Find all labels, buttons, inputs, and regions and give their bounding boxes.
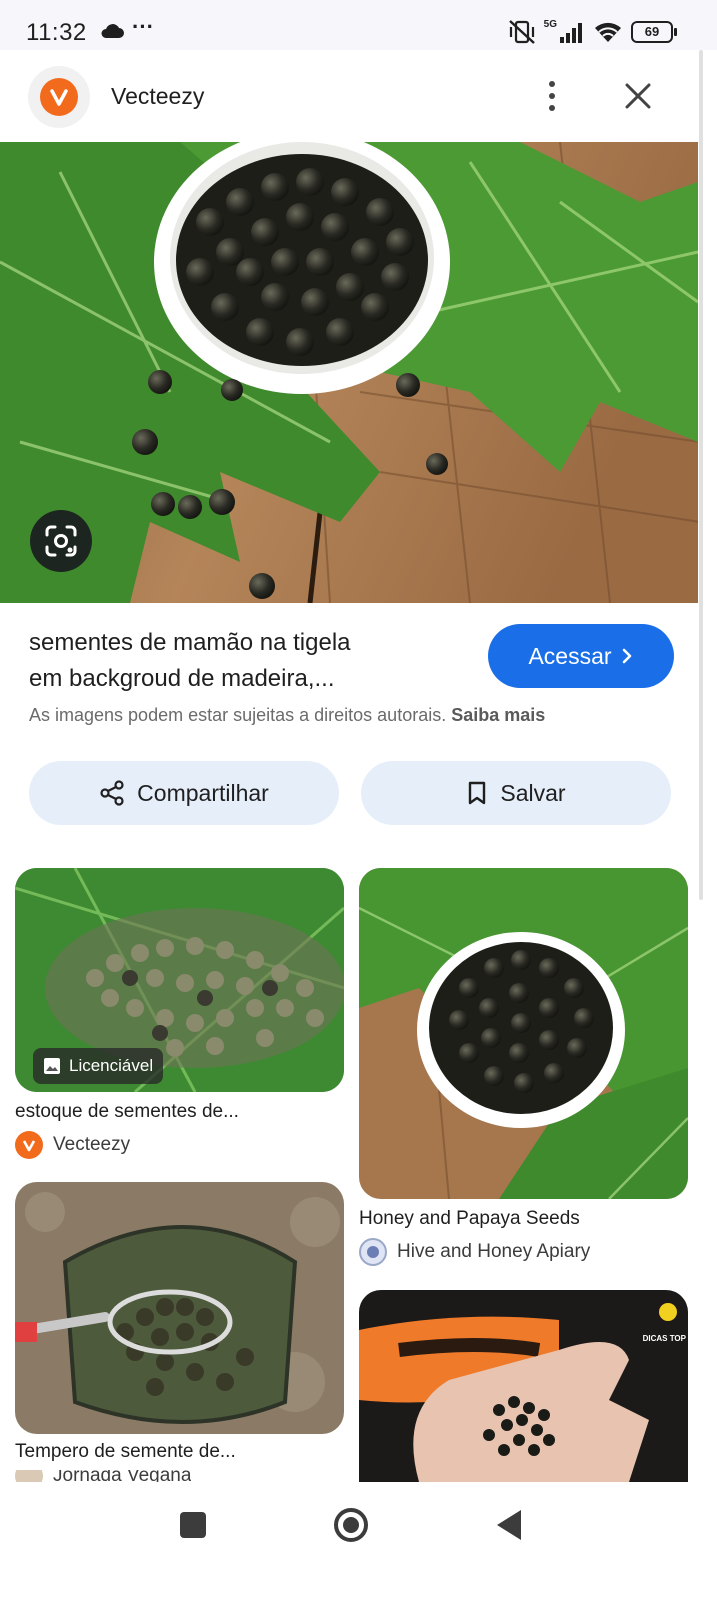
- chevron-right-icon: [622, 648, 631, 664]
- site-logo[interactable]: [28, 66, 90, 128]
- dot: [549, 93, 555, 99]
- title-line-2: em backgroud de madeira,...: [29, 665, 335, 692]
- save-label: Salvar: [500, 779, 566, 806]
- source-name: Vecteezy: [53, 1134, 131, 1155]
- learn-more-link[interactable]: Saiba mais: [451, 705, 545, 725]
- lens-search-button[interactable]: [30, 510, 92, 572]
- related-image-2[interactable]: [359, 868, 688, 1199]
- wifi-icon: [595, 22, 621, 42]
- v-letter-icon: [50, 89, 68, 106]
- source-name: Hive and Honey Apiary: [397, 1241, 591, 1262]
- dicas-top-watermark: DICAS TOP: [642, 1334, 686, 1343]
- source-name: Jornada Vegana: [53, 1470, 192, 1482]
- status-icons: 5G 69: [508, 18, 677, 46]
- close-icon[interactable]: [618, 76, 658, 116]
- copyright-notice: As imagens podem estar sujeitas a direit…: [29, 705, 545, 726]
- main-image[interactable]: [0, 142, 698, 603]
- papaya-seeds-bowl-image: [0, 142, 698, 603]
- vibrate-off-icon: [508, 20, 535, 44]
- network-type: 5G: [543, 18, 557, 30]
- bookmark-icon: [469, 781, 486, 805]
- status-bar: 11:32 ··· 5G 69: [0, 0, 717, 50]
- seeds-in-glass-bowl-image: [15, 1182, 344, 1434]
- copyright-text: As imagens podem estar sujeitas a direit…: [29, 705, 447, 725]
- share-icon: [100, 780, 124, 806]
- related-source-2[interactable]: Hive and Honey Apiary: [359, 1238, 590, 1266]
- license-badge[interactable]: Licenciável: [33, 1048, 164, 1084]
- cloud-icon: [101, 24, 124, 38]
- battery-indicator: 69: [631, 21, 677, 43]
- signal-icon: [560, 23, 582, 43]
- status-time: 11:32: [26, 19, 87, 46]
- license-label: Licenciável: [69, 1056, 154, 1075]
- related-caption-1[interactable]: estoque de sementes de...: [15, 1101, 239, 1123]
- more-notifications-icon: ···: [132, 14, 154, 39]
- globe-icon: [359, 1238, 387, 1266]
- share-label: Compartilhar: [137, 779, 269, 806]
- related-image-4[interactable]: DICAS TOP: [359, 1290, 688, 1482]
- related-image-3[interactable]: [15, 1182, 344, 1434]
- related-caption-3[interactable]: Tempero de semente de...: [15, 1441, 236, 1463]
- save-button[interactable]: Salvar: [361, 761, 671, 825]
- lens-icon: [45, 525, 77, 557]
- papaya-seeds-bowl-thumb: [359, 868, 688, 1199]
- title-line-1: sementes de mamão na tigela: [29, 629, 351, 656]
- home-dot: [343, 1517, 359, 1533]
- related-caption-2[interactable]: Honey and Papaya Seeds: [359, 1208, 580, 1230]
- related-source-3[interactable]: Jornada Vegana: [15, 1470, 191, 1482]
- vecteezy-logo-icon: [40, 78, 78, 116]
- seeds-in-hand-image: [359, 1290, 688, 1482]
- share-button[interactable]: Compartilhar: [29, 761, 339, 825]
- viewer-header: Vecteezy: [0, 50, 717, 142]
- image-title[interactable]: sementes de mamão na tigela em backgroud…: [29, 625, 459, 697]
- related-source-1[interactable]: Vecteezy: [15, 1131, 130, 1159]
- home-button[interactable]: [334, 1508, 368, 1542]
- system-nav-bar: [0, 1482, 717, 1600]
- scrollbar[interactable]: [699, 50, 703, 900]
- dot: [549, 81, 555, 87]
- back-button[interactable]: [497, 1510, 521, 1540]
- more-options-button[interactable]: [536, 74, 568, 118]
- site-name[interactable]: Vecteezy: [111, 83, 204, 110]
- access-button[interactable]: Acessar: [488, 624, 674, 688]
- dot: [549, 105, 555, 111]
- recents-button[interactable]: [180, 1512, 206, 1538]
- vecteezy-source-icon: [15, 1131, 43, 1159]
- access-label: Acessar: [528, 642, 612, 669]
- source-icon: [15, 1470, 43, 1482]
- image-icon: [44, 1058, 60, 1074]
